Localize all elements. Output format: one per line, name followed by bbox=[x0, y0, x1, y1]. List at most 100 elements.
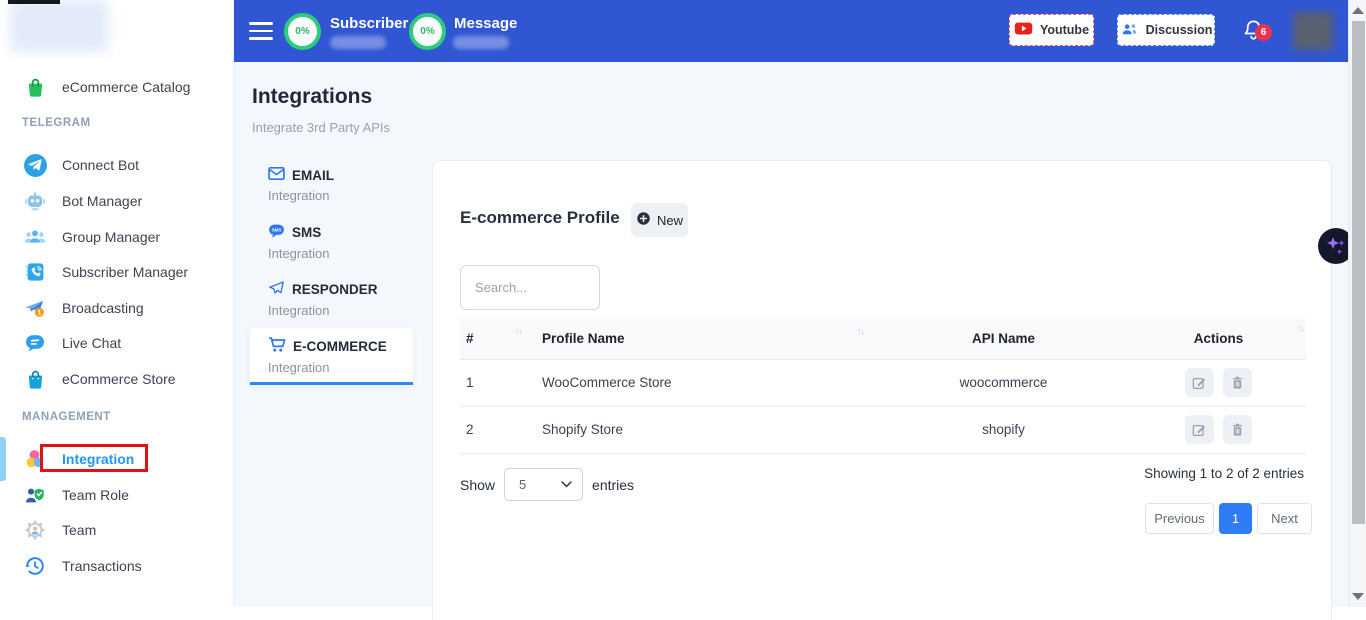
sidebar-item-integration[interactable]: Integration bbox=[0, 445, 234, 473]
sort-icon[interactable]: ↑↓ bbox=[857, 326, 864, 336]
sidebar-item-label: Connect Bot bbox=[62, 157, 139, 173]
sort-icon[interactable]: ↑↓ bbox=[1297, 323, 1304, 333]
user-avatar[interactable] bbox=[1293, 12, 1333, 50]
sidebar-item-label: eCommerce Store bbox=[62, 371, 176, 387]
row-number-cell: 1 bbox=[460, 359, 536, 406]
pagination: Previous 1 Next bbox=[1145, 503, 1312, 534]
shopping-bag-green-icon bbox=[22, 74, 48, 100]
app-logo[interactable] bbox=[10, 0, 108, 52]
scrollbar-thumb[interactable] bbox=[1352, 21, 1365, 524]
search-input[interactable] bbox=[460, 265, 600, 310]
svg-text:SMS: SMS bbox=[272, 228, 282, 233]
shopping-cart-icon bbox=[268, 336, 286, 356]
discussion-button-label: Discussion bbox=[1146, 23, 1213, 37]
chat-bubble-icon bbox=[22, 330, 48, 356]
column-header-actions[interactable]: Actions↑↓ bbox=[1131, 319, 1306, 359]
sidebar-item-team-role[interactable]: Team Role bbox=[0, 481, 234, 509]
sidebar: eCommerce Catalog TELEGRAM Connect Bot B… bbox=[0, 0, 234, 607]
subnav-item-title: SMS bbox=[292, 225, 321, 240]
subnav-item-title: E-COMMERCE bbox=[293, 339, 387, 354]
api-name-cell: woocommerce bbox=[876, 359, 1131, 406]
edit-pencil-icon bbox=[1191, 375, 1207, 391]
delete-button[interactable] bbox=[1223, 368, 1252, 397]
sidebar-item-connect-bot[interactable]: Connect Bot bbox=[0, 151, 234, 179]
sidebar-item-label: Group Manager bbox=[62, 229, 160, 245]
subnav-item-email[interactable]: EMAIL Integration bbox=[268, 166, 418, 203]
paper-plane-icon bbox=[268, 280, 285, 299]
contact-book-phone-icon bbox=[22, 259, 48, 285]
previous-page-button[interactable]: Previous bbox=[1145, 503, 1214, 534]
robot-icon bbox=[22, 188, 48, 214]
actions-cell bbox=[1131, 406, 1306, 453]
sidebar-item-label: Integration bbox=[62, 451, 134, 467]
subnav-item-subtitle: Integration bbox=[268, 246, 418, 261]
email-icon bbox=[268, 166, 285, 184]
subnav-item-responder[interactable]: RESPONDER Integration bbox=[268, 280, 418, 318]
youtube-button[interactable]: Youtube bbox=[1009, 14, 1094, 46]
sidebar-item-ecommerce-store[interactable]: eCommerce Store bbox=[0, 365, 234, 393]
main-content: Integrations Integrate 3rd Party APIs EM… bbox=[234, 62, 1348, 607]
column-header-profile-name[interactable]: Profile Name↑↓ bbox=[536, 319, 876, 359]
notification-count-badge[interactable]: 6 bbox=[1255, 24, 1272, 41]
entries-select[interactable]: 5 bbox=[504, 468, 583, 501]
profile-name-cell: WooCommerce Store bbox=[536, 359, 876, 406]
delete-button[interactable] bbox=[1223, 415, 1252, 444]
message-stat-label: Message bbox=[454, 15, 517, 32]
scroll-up-arrow[interactable] bbox=[1352, 7, 1364, 14]
sidebar-item-live-chat[interactable]: Live Chat bbox=[0, 329, 234, 357]
subnav-item-title: RESPONDER bbox=[292, 282, 378, 297]
sidebar-item-broadcasting[interactable]: 1 Broadcasting bbox=[0, 294, 234, 322]
discussion-button[interactable]: Discussion bbox=[1117, 14, 1215, 46]
entries-select-value: 5 bbox=[519, 477, 526, 492]
table-header-row: #↑↓ Profile Name↑↓ API Name Actions↑↓ bbox=[460, 319, 1306, 359]
row-number-cell: 2 bbox=[460, 406, 536, 453]
trash-icon bbox=[1230, 375, 1245, 391]
logo-top-bar bbox=[8, 0, 60, 4]
show-label: Show bbox=[460, 477, 495, 493]
shopping-bag-blue-icon bbox=[22, 366, 48, 392]
people-group-icon bbox=[22, 224, 48, 250]
person-shield-icon bbox=[22, 482, 48, 508]
subnav-item-subtitle: Integration bbox=[268, 360, 418, 375]
edit-button[interactable] bbox=[1185, 368, 1214, 397]
sidebar-section-management: MANAGEMENT bbox=[22, 411, 111, 423]
color-circles-icon bbox=[22, 446, 48, 472]
hamburger-menu-icon[interactable] bbox=[249, 22, 273, 40]
message-progress-ring: 0% bbox=[409, 13, 446, 50]
sidebar-item-label: Team bbox=[62, 522, 96, 538]
page-size-control: Show 5 entries bbox=[460, 468, 634, 501]
sidebar-section-telegram: TELEGRAM bbox=[22, 117, 91, 129]
broadcast-plane-icon: 1 bbox=[22, 295, 48, 321]
sort-icon[interactable]: ↑↓ bbox=[515, 326, 522, 336]
sidebar-item-bot-manager[interactable]: Bot Manager bbox=[0, 187, 234, 215]
history-clock-icon bbox=[22, 553, 48, 579]
new-profile-button[interactable]: New bbox=[631, 203, 688, 237]
topbar: 0% Subscriber 0% Message Youtube Discuss… bbox=[234, 0, 1348, 62]
gear-person-icon bbox=[22, 517, 48, 543]
page-title: Integrations bbox=[252, 85, 372, 109]
entries-summary: Showing 1 to 2 of 2 entries bbox=[1144, 466, 1304, 481]
column-header-api-name[interactable]: API Name bbox=[876, 319, 1131, 359]
new-button-label: New bbox=[657, 213, 683, 228]
scroll-down-arrow[interactable] bbox=[1352, 593, 1364, 600]
sidebar-item-team[interactable]: Team bbox=[0, 516, 234, 544]
discussion-people-icon bbox=[1120, 20, 1139, 40]
sidebar-item-ecommerce-catalog[interactable]: eCommerce Catalog bbox=[0, 73, 234, 101]
sidebar-item-subscriber-manager[interactable]: Subscriber Manager bbox=[0, 258, 234, 286]
profile-name-cell: Shopify Store bbox=[536, 406, 876, 453]
sidebar-item-transactions[interactable]: Transactions bbox=[0, 552, 234, 580]
sidebar-item-label: Subscriber Manager bbox=[62, 264, 188, 280]
svg-text:1: 1 bbox=[37, 310, 41, 317]
subnav-item-title: EMAIL bbox=[292, 168, 334, 183]
subnav-item-ecommerce[interactable]: E-COMMERCE Integration bbox=[268, 336, 418, 375]
sidebar-item-label: Transactions bbox=[62, 558, 142, 574]
ecommerce-profile-panel: E-commerce Profile New #↑↓ Profile Name↑… bbox=[432, 160, 1332, 620]
edit-button[interactable] bbox=[1185, 415, 1214, 444]
sidebar-item-group-manager[interactable]: Group Manager bbox=[0, 223, 234, 251]
vertical-scrollbar[interactable] bbox=[1348, 0, 1366, 607]
current-page-button[interactable]: 1 bbox=[1219, 503, 1252, 534]
subnav-item-sms[interactable]: SMS SMS Integration bbox=[268, 223, 418, 261]
next-page-button[interactable]: Next bbox=[1257, 503, 1312, 534]
table-row: 1 WooCommerce Store woocommerce bbox=[460, 359, 1306, 406]
column-header-number[interactable]: #↑↓ bbox=[460, 319, 536, 359]
